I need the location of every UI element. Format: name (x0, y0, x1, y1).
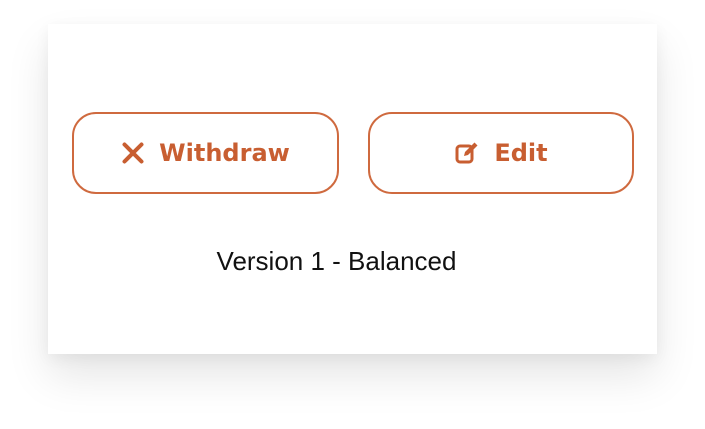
version-label: Version 1 - Balanced (216, 246, 457, 276)
edit-button[interactable]: Edit (368, 112, 634, 194)
withdraw-button[interactable]: Withdraw (72, 112, 339, 194)
screen: Withdraw Edit Version 1 - Balanced (0, 0, 705, 429)
close-icon (121, 141, 145, 165)
edit-button-label: Edit (494, 139, 548, 167)
edit-icon (454, 140, 480, 166)
withdraw-button-label: Withdraw (159, 139, 290, 167)
version-card: Withdraw Edit Version 1 - Balanced (48, 24, 657, 354)
